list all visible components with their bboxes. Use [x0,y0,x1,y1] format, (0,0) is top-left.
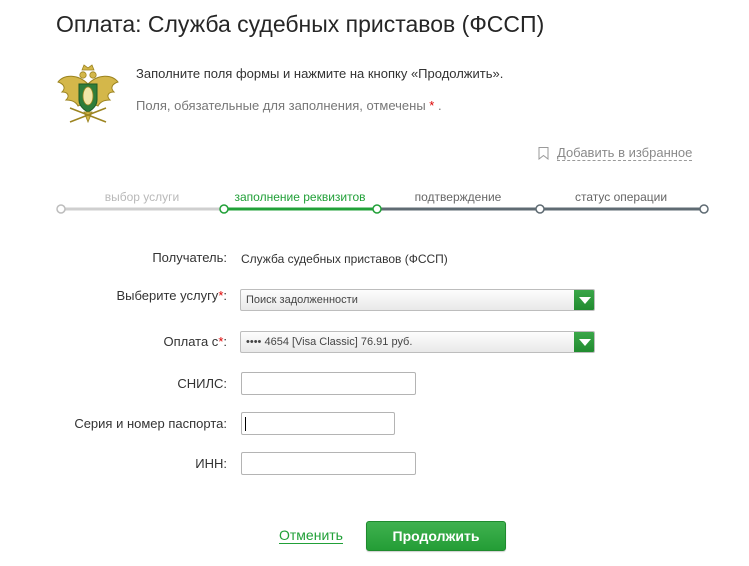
chevron-down-icon[interactable] [574,290,594,310]
step-node-2 [219,204,229,214]
continue-button[interactable]: Продолжить [366,521,506,551]
progress-track [56,204,709,214]
payfrom-label-text: Оплата с [163,334,219,349]
payfrom-label: Оплата с*: [163,334,227,349]
recipient-label: Получатель: [152,250,227,265]
service-label-colon: : [223,288,227,303]
step-node-3 [372,204,382,214]
snils-label: СНИЛС: [177,376,227,391]
add-to-favorites[interactable]: Добавить в избранное [538,146,693,161]
text-cursor [245,417,246,431]
step-node-4 [535,204,545,214]
add-to-favorites-link[interactable]: Добавить в избранное [557,146,693,161]
step-node-5 [699,204,709,214]
inn-input[interactable] [241,452,416,475]
inn-label: ИНН: [195,456,227,471]
service-select[interactable]: Поиск задолженности [240,289,595,311]
required-asterisk: * [429,98,435,113]
required-note-end: . [437,98,442,113]
service-label-text: Выберите услугу [116,288,219,303]
service-label: Выберите услугу*: [116,288,227,303]
progress-steps: выбор услуги заполнение реквизитов подтв… [0,186,749,222]
recipient-value: Служба судебных приставов (ФССП) [241,252,448,266]
bookmark-icon [538,147,549,160]
snils-input[interactable] [241,372,416,395]
payfrom-select-value: •••• 4654 [Visa Classic] 76.91 руб. [246,336,413,348]
step-node-1 [56,204,66,214]
chevron-down-icon[interactable] [574,332,594,352]
required-note-text: Поля, обязательные для заполнения, отмеч… [136,98,426,113]
page-title: Оплата: Служба судебных приставов (ФССП) [56,11,545,37]
fssp-emblem-icon [54,62,122,130]
intro-instruction: Заполните поля формы и нажмите на кнопку… [136,66,504,81]
required-fields-note: Поля, обязательные для заполнения, отмеч… [136,98,442,113]
passport-input[interactable] [241,412,395,435]
cancel-link[interactable]: Отменить [279,528,343,544]
service-select-value: Поиск задолженности [246,294,358,306]
payfrom-label-colon: : [223,334,227,349]
passport-label: Серия и номер паспорта: [74,416,227,431]
payfrom-select[interactable]: •••• 4654 [Visa Classic] 76.91 руб. [240,331,595,353]
